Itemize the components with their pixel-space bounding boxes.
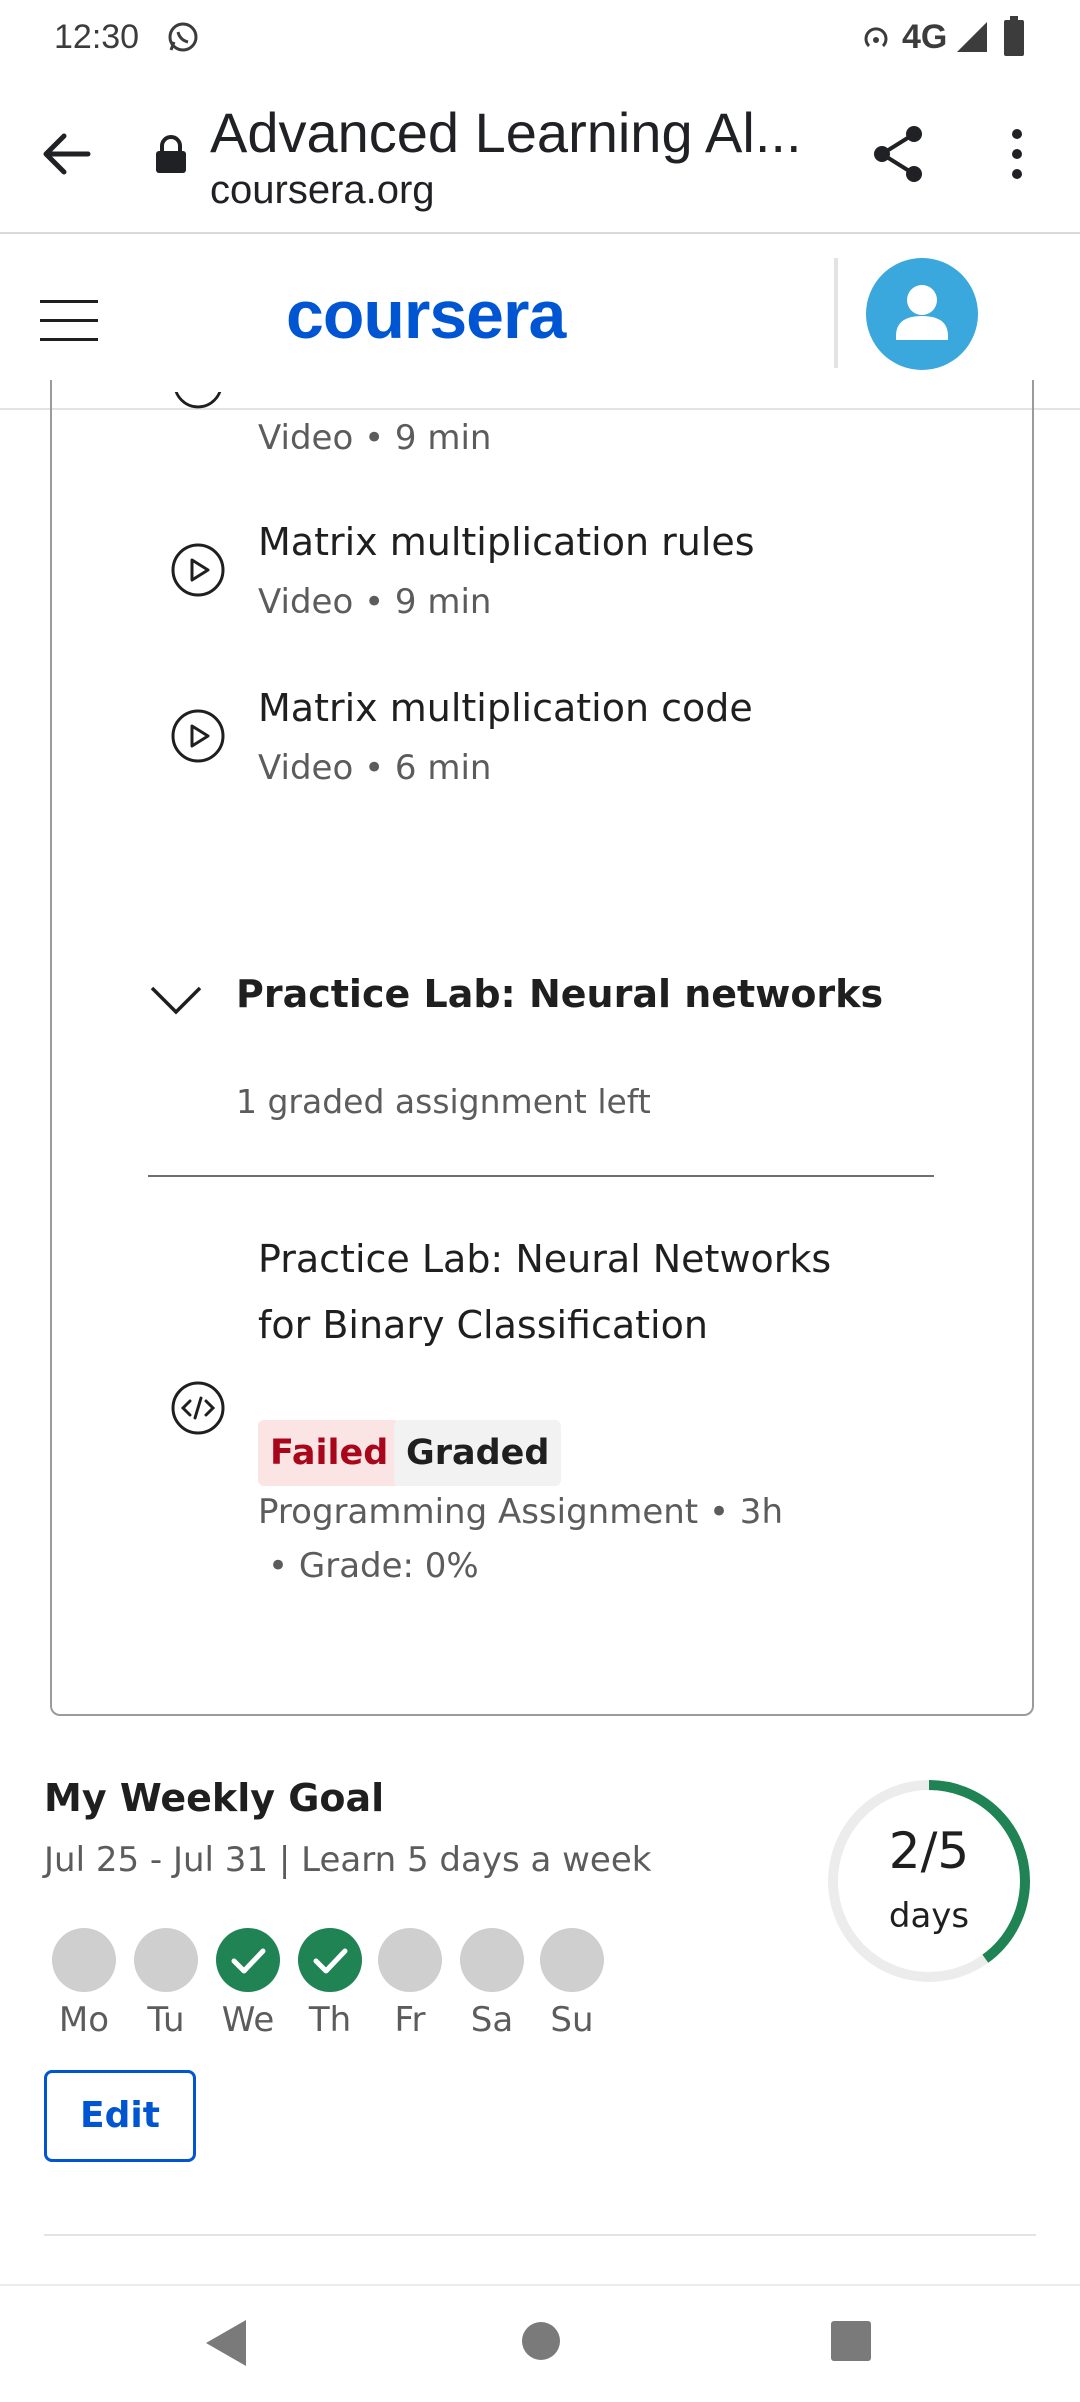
- day-indicator-su: [540, 1928, 604, 1992]
- weekly-goal-title: My Weekly Goal: [44, 1776, 385, 1820]
- day-label: Tu: [147, 2000, 185, 2040]
- weekly-goal-subtitle: Jul 25 - Jul 31 | Learn 5 days a week: [44, 1840, 652, 1880]
- system-nav-bar: [0, 2284, 1080, 2402]
- status-bar: 12:30 4G: [0, 0, 1080, 76]
- page-url[interactable]: coursera.org: [210, 168, 435, 213]
- lab-grade: • Grade: 0%: [268, 1546, 479, 1586]
- day-indicator-we: [216, 1928, 280, 1992]
- checkmark-icon: [231, 1948, 266, 1974]
- edit-goal-button[interactable]: Edit: [44, 2070, 196, 2162]
- item-title[interactable]: Matrix multiplication rules: [258, 520, 755, 564]
- hotspot-icon: [864, 27, 888, 48]
- more-options-icon[interactable]: [1000, 126, 1034, 182]
- item-meta: Video • 6 min: [258, 748, 492, 788]
- network-label: 4G: [902, 18, 948, 56]
- user-icon: [896, 285, 948, 340]
- lock-icon[interactable]: [154, 134, 188, 174]
- code-icon: [171, 1381, 225, 1435]
- play-icon: [171, 709, 225, 763]
- day-indicator-fr: [378, 1928, 442, 1992]
- signal-icon: [957, 22, 987, 52]
- lab-title[interactable]: Practice Lab: Neural Networks for Binary…: [258, 1226, 858, 1358]
- day-indicator-th: [298, 1928, 362, 1992]
- lab-meta: Programming Assignment • 3h: [258, 1492, 783, 1532]
- nav-recents-icon[interactable]: [830, 2320, 872, 2362]
- nav-back-icon[interactable]: [204, 2318, 248, 2368]
- failed-badge: Failed: [258, 1420, 401, 1486]
- item-meta: Video • 9 min: [258, 418, 492, 458]
- section-divider: [44, 2234, 1036, 2236]
- page-title[interactable]: Advanced Learning Al...: [210, 100, 810, 165]
- avatar[interactable]: [866, 258, 978, 370]
- coursera-logo[interactable]: coursera: [286, 276, 566, 354]
- play-icon: [171, 543, 225, 597]
- nav-home-icon[interactable]: [520, 2320, 562, 2362]
- day-label: Su: [550, 2000, 594, 2040]
- day-label: Th: [308, 2000, 352, 2040]
- item-title[interactable]: Matrix multiplication code: [258, 686, 753, 730]
- day-indicator-mo: [52, 1928, 116, 1992]
- graded-badge: Graded: [394, 1420, 562, 1486]
- status-time: 12:30: [54, 18, 140, 56]
- item-meta: Video • 9 min: [258, 582, 492, 622]
- day-label: Mo: [58, 2000, 110, 2040]
- section-subtitle: 1 graded assignment left: [236, 1082, 651, 1121]
- battery-icon: [1004, 16, 1024, 56]
- back-arrow-icon[interactable]: [40, 128, 92, 180]
- header-divider: [834, 258, 838, 368]
- day-label: Sa: [470, 2000, 514, 2040]
- section-divider: [148, 1175, 934, 1177]
- day-indicator-sa: [460, 1928, 524, 1992]
- weekly-progress-ring: [828, 1780, 1030, 1982]
- whatsapp-icon: [168, 22, 198, 52]
- day-indicator-tu: [134, 1928, 198, 1992]
- progress-unit: days: [888, 1896, 970, 1936]
- chevron-down-icon[interactable]: [148, 980, 204, 1020]
- checkmark-icon: [313, 1948, 348, 1974]
- day-label: Fr: [394, 2000, 426, 2040]
- day-label: We: [221, 2000, 275, 2040]
- browser-toolbar: Advanced Learning Al... coursera.org: [0, 76, 1080, 234]
- share-icon[interactable]: [870, 124, 926, 184]
- section-title[interactable]: Practice Lab: Neural networks: [236, 972, 883, 1016]
- hamburger-menu-icon[interactable]: [40, 296, 98, 346]
- progress-value: 2/5: [888, 1822, 970, 1880]
